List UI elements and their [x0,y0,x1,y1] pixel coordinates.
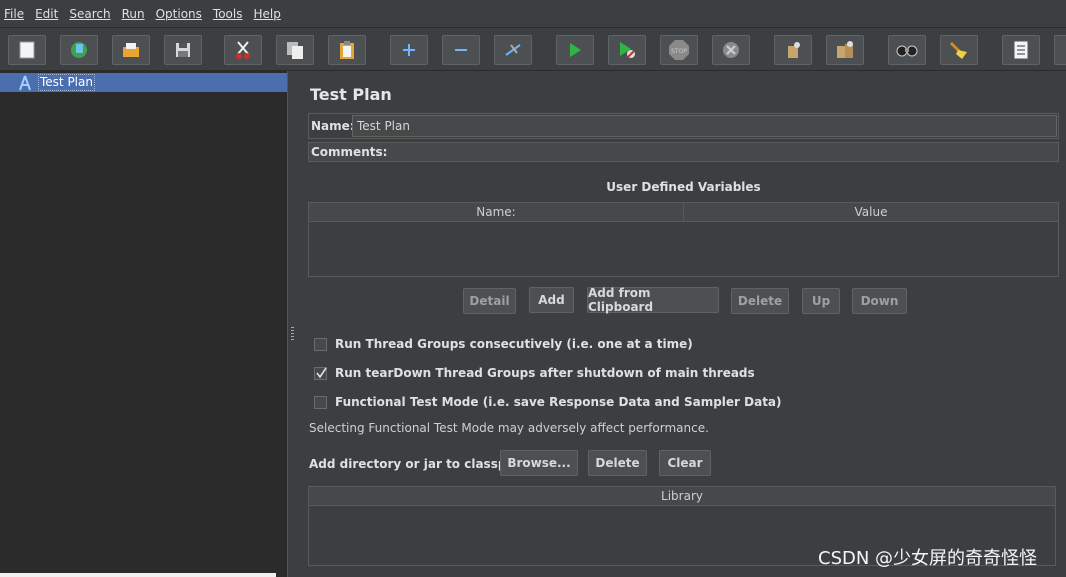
browse-button[interactable]: Browse... [500,450,578,476]
tree-node-test-plan[interactable]: Test Plan [0,73,287,92]
start-icon [570,43,581,57]
tree-node-label: Test Plan [38,74,95,91]
menu-help[interactable]: Help [253,7,280,21]
udv-title: User Defined Variables [606,180,761,194]
cut-button[interactable] [224,35,262,65]
toolbar-overflow-button[interactable] [1054,35,1066,65]
column-header-name[interactable]: Name: [309,203,683,221]
consecutive-option[interactable]: Run Thread Groups consecutively (i.e. on… [314,337,693,351]
split-pane-divider[interactable] [288,71,297,577]
menu-bar: File Edit Search Run Options Tools Help [0,0,1066,28]
templates-button[interactable] [60,35,98,65]
down-button[interactable]: Down [852,288,907,314]
clear-button[interactable] [774,35,812,65]
save-icon [176,43,190,57]
add-from-clipboard-button[interactable]: Add from Clipboard [587,286,719,314]
collapse-icon [455,49,467,51]
udv-table[interactable]: Name: Value [308,202,1059,277]
functional-label: Functional Test Mode (i.e. save Response… [335,395,782,409]
up-button[interactable]: Up [802,288,840,314]
paste-button[interactable] [328,35,366,65]
start-button[interactable] [556,35,594,65]
cut-icon [236,41,250,59]
clear-all-button[interactable] [826,35,864,65]
comments-row[interactable]: Comments: [308,142,1059,162]
splitter-grip [291,327,294,341]
clear-all-icon [837,41,853,58]
reset-search-button[interactable] [940,35,978,65]
test-plan-icon [19,75,31,90]
start-no-pauses-button[interactable] [608,35,646,65]
column-header-value[interactable]: Value [683,203,1058,221]
menu-file[interactable]: File [4,7,24,21]
page-title: Test Plan [310,85,392,104]
name-label: Name: [311,119,355,133]
toggle-button[interactable] [494,35,532,65]
menu-run[interactable]: Run [122,7,145,21]
copy-icon [287,42,303,59]
udv-table-header: Name: Value [309,203,1058,222]
menu-search[interactable]: Search [69,7,110,21]
library-table-header: Library [309,487,1055,506]
collapse-button[interactable] [442,35,480,65]
toggle-icon [505,44,521,56]
save-button[interactable] [164,35,202,65]
consecutive-label: Run Thread Groups consecutively (i.e. on… [335,337,693,351]
menu-options[interactable]: Options [156,7,202,21]
search-button[interactable] [888,35,926,65]
teardown-checkbox[interactable] [314,366,327,380]
copy-button[interactable] [276,35,314,65]
stop-icon: STOP [669,40,689,60]
comments-label: Comments: [311,145,388,159]
shutdown-button[interactable] [712,35,750,65]
consecutive-checkbox[interactable] [314,337,327,351]
name-row: Name: [308,113,1059,139]
shutdown-icon [723,42,739,58]
menu-edit[interactable]: Edit [35,7,58,21]
column-header-library[interactable]: Library [309,487,1055,505]
templates-icon [71,42,87,58]
open-button[interactable] [112,35,150,65]
delete-classpath-button[interactable]: Delete [588,450,647,476]
test-plan-panel: Test Plan Name: Comments: User Defined V… [297,71,1066,577]
teardown-label: Run tearDown Thread Groups after shutdow… [335,366,755,380]
search-icon [896,45,918,57]
add-button[interactable]: Add [529,287,574,313]
function-helper-button[interactable] [1002,35,1040,65]
functional-checkbox[interactable] [314,395,327,409]
detail-button[interactable]: Detail [463,288,516,314]
status-strip [0,573,276,577]
clear-classpath-button[interactable]: Clear [659,450,711,476]
new-icon [19,41,35,59]
expand-button[interactable] [390,35,428,65]
name-field[interactable] [352,115,1057,137]
expand-icon [403,44,415,56]
svg-text:STOP: STOP [671,48,687,55]
start-no-pauses-icon [620,42,635,58]
classpath-label: Add directory or jar to classpath [309,457,529,471]
menu-tools[interactable]: Tools [213,7,243,21]
performance-note: Selecting Functional Test Mode may adver… [309,421,709,435]
open-icon [123,43,139,57]
stop-button[interactable]: STOP [660,35,698,65]
reset-search-icon [949,41,967,59]
watermark: CSDN @少女屏的奇奇怪怪 [818,548,1038,569]
teardown-option[interactable]: Run tearDown Thread Groups after shutdow… [314,366,755,380]
test-plan-tree: Test Plan [0,71,288,577]
functional-option[interactable]: Functional Test Mode (i.e. save Response… [314,395,782,409]
delete-variable-button[interactable]: Delete [731,288,789,314]
new-button[interactable] [8,35,46,65]
function-helper-icon [1013,40,1029,60]
toolbar: STOP [0,29,1066,71]
clear-icon [788,42,800,58]
paste-icon [340,41,354,59]
checkmark-icon [316,367,327,378]
